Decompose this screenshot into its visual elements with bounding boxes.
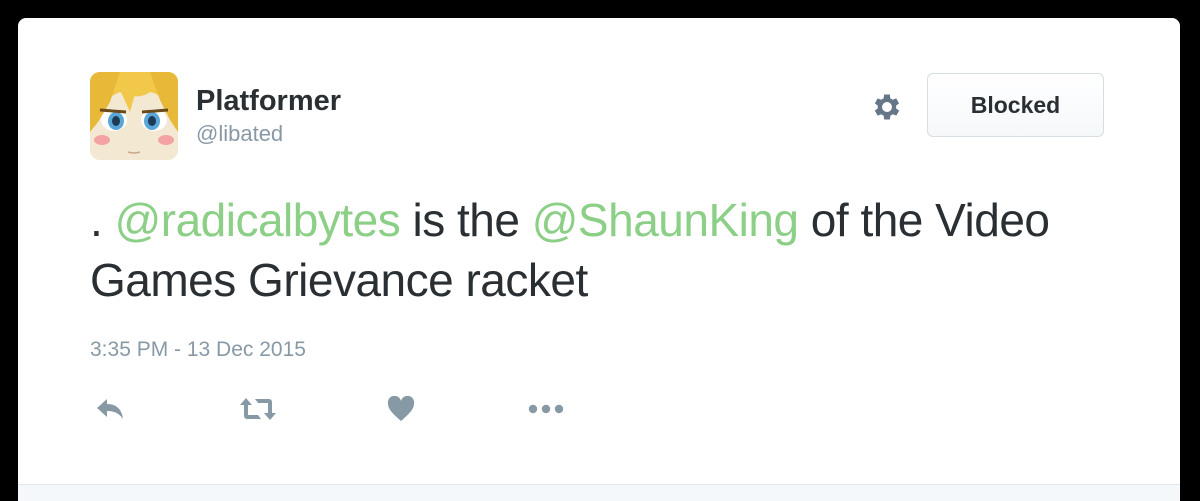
- mention-shaunking[interactable]: @ShaunKing: [532, 194, 799, 246]
- blocked-button[interactable]: Blocked: [927, 73, 1104, 137]
- avatar-image: [90, 72, 178, 160]
- reply-icon[interactable]: [90, 392, 130, 426]
- display-name[interactable]: Platformer: [196, 84, 341, 118]
- user-info: Platformer @libated: [196, 84, 341, 148]
- tweet-text-middle: is the: [400, 194, 532, 246]
- gear-icon[interactable]: [868, 88, 906, 126]
- tweet-card: Platformer @libated Blocked . @radicalby…: [18, 18, 1180, 501]
- mention-radicalbytes[interactable]: @radicalbytes: [115, 194, 401, 246]
- more-dots-icon[interactable]: [526, 392, 566, 426]
- tweet-text: . @radicalbytes is the @ShaunKing of the…: [90, 190, 1130, 310]
- avatar[interactable]: [90, 72, 178, 160]
- retweet-icon[interactable]: [236, 392, 280, 426]
- heart-icon[interactable]: [383, 392, 419, 426]
- card-footer: [18, 484, 1180, 501]
- user-handle[interactable]: @libated: [196, 120, 341, 148]
- tweet-text-prefix: .: [90, 194, 115, 246]
- tweet-timestamp[interactable]: 3:35 PM - 13 Dec 2015: [90, 337, 306, 363]
